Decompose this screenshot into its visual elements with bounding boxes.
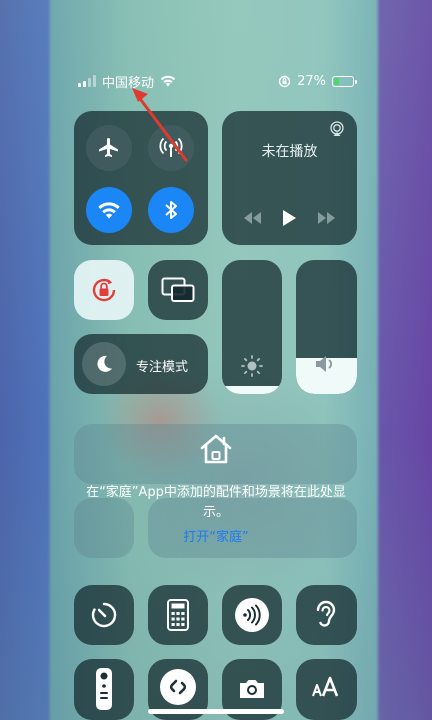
brightness-icon — [241, 355, 263, 377]
battery-icon — [332, 75, 357, 87]
home-indicator[interactable] — [148, 709, 284, 714]
rotation-lock-icon — [92, 278, 116, 302]
camera-icon — [240, 680, 264, 698]
cellular-signal-icon — [78, 75, 96, 87]
now-playing-title: 未在播放 — [261, 144, 318, 160]
nfc-reader-button[interactable] — [222, 585, 282, 645]
timer-button[interactable] — [74, 585, 134, 645]
bluetooth-icon — [165, 201, 177, 219]
battery-fill — [334, 77, 339, 85]
nfc-icon — [243, 604, 261, 626]
apple-tv-remote-button[interactable] — [74, 659, 134, 720]
fast-forward-icon[interactable] — [317, 212, 337, 224]
home-icon — [200, 434, 232, 464]
screen-mirroring-icon — [161, 277, 195, 302]
brightness-fill — [222, 385, 282, 394]
focus-icon-wrap — [82, 342, 126, 386]
text-size-icon — [312, 676, 339, 697]
orientation-lock-status-icon — [278, 75, 291, 87]
focus-mode-label: 专注模式 — [136, 360, 189, 375]
calculator-icon — [167, 599, 189, 631]
text-size-button[interactable] — [296, 659, 357, 720]
nfc-icon-wrap — [235, 598, 269, 632]
screen-mirroring-button[interactable] — [148, 260, 208, 320]
background-blur — [0, 0, 432, 720]
battery-percent: 27% — [297, 73, 326, 89]
play-icon[interactable] — [281, 209, 297, 227]
calculator-button[interactable] — [148, 585, 208, 645]
timer-icon — [91, 602, 117, 628]
annotation-arrow-icon — [132, 88, 188, 162]
wifi-toggle[interactable] — [86, 187, 132, 233]
wifi-icon — [98, 202, 120, 219]
media-tile[interactable]: 未在播放 — [222, 111, 357, 245]
hearing-button[interactable] — [296, 585, 357, 645]
shazam-icon-wrap — [160, 669, 196, 705]
open-home-link[interactable]: 打开“家庭” — [0, 526, 432, 545]
airplane-icon — [99, 138, 118, 157]
remote-icon — [96, 668, 112, 710]
volume-slider[interactable] — [296, 260, 357, 394]
home-empty-message: 在“家庭”App中添加的配件和场景将在此处显示。 — [86, 485, 346, 520]
orientation-lock-toggle[interactable] — [74, 260, 134, 320]
airplay-icon[interactable] — [329, 121, 345, 137]
speaker-icon — [316, 356, 333, 372]
airplane-mode-toggle[interactable] — [86, 125, 132, 171]
rewind-icon[interactable] — [242, 212, 262, 224]
ear-icon — [316, 600, 336, 627]
focus-mode-button[interactable]: 专注模式 — [74, 334, 208, 394]
brightness-slider[interactable] — [222, 260, 282, 394]
moon-icon — [97, 355, 112, 372]
status-bar: 中国移动 27% — [78, 70, 357, 92]
bluetooth-toggle[interactable] — [148, 187, 194, 233]
shazam-icon — [169, 679, 187, 695]
